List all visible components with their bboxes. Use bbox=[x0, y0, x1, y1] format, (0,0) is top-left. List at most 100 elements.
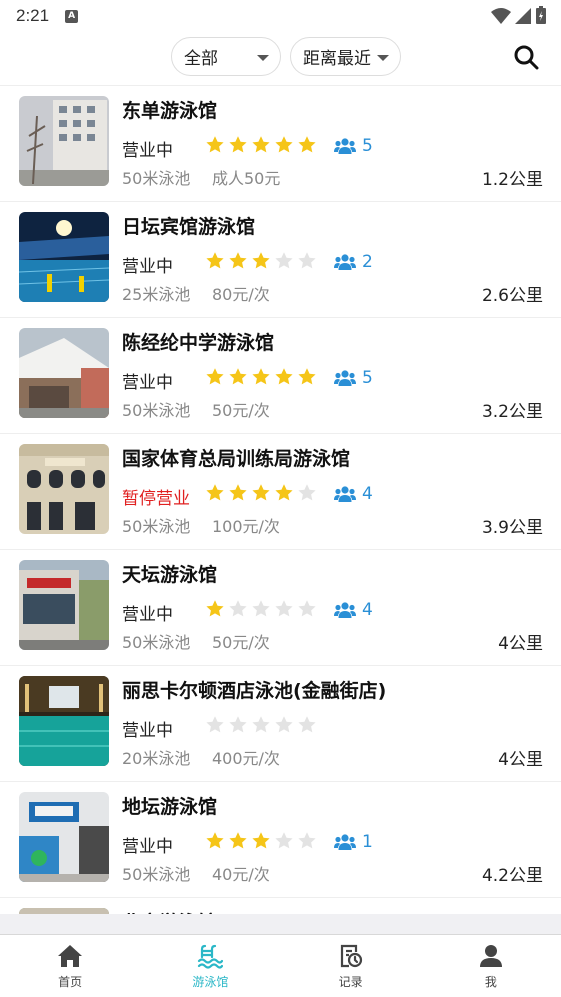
people-icon bbox=[334, 254, 356, 270]
rating-stars bbox=[205, 831, 317, 851]
pool-price: 50元/次 bbox=[212, 633, 270, 652]
star-filled-icon bbox=[206, 252, 224, 269]
star-filled-icon bbox=[252, 368, 270, 385]
star-empty-icon bbox=[298, 832, 316, 849]
star-filled-icon bbox=[252, 252, 270, 269]
people-count: 2 bbox=[334, 252, 373, 272]
people-icon bbox=[334, 370, 356, 386]
pool-price: 80元/次 bbox=[212, 285, 270, 304]
list-item[interactable]: 地坛游泳馆 营业中 1 50米泳池 40元/次 4.2公里 bbox=[0, 782, 561, 898]
pool-name: 陈经纶中学游泳馆 bbox=[122, 332, 275, 354]
signal-icon bbox=[515, 7, 531, 24]
pool-list: 东单游泳馆 营业中 5 50米泳池 成人50元 1.2公里 日坛宾馆游泳馆 营业中 2 25米泳池… bbox=[0, 86, 561, 934]
profile-icon bbox=[479, 945, 502, 967]
clock: 2:21 bbox=[16, 6, 50, 25]
list-item[interactable]: 天坛游泳馆 营业中 4 50米泳池 50元/次 4公里 bbox=[0, 550, 561, 666]
people-count-value: 4 bbox=[362, 484, 373, 504]
open-status: 营业中 bbox=[122, 373, 173, 393]
star-filled-icon bbox=[206, 600, 224, 617]
star-empty-icon bbox=[206, 716, 224, 733]
pool-distance: 4公里 bbox=[498, 750, 543, 770]
pool-length: 25米泳池 bbox=[122, 285, 191, 304]
pool-price: 400元/次 bbox=[212, 749, 280, 768]
star-filled-icon bbox=[252, 832, 270, 849]
pool-length: 50米泳池 bbox=[122, 633, 191, 652]
star-empty-icon bbox=[298, 484, 316, 501]
pool-name: 天坛游泳馆 bbox=[122, 564, 218, 586]
open-status: 营业中 bbox=[122, 837, 173, 857]
pool-name: 丽思卡尔顿酒店泳池(金融街店) bbox=[122, 680, 387, 702]
open-status: 营业中 bbox=[122, 721, 173, 741]
star-filled-icon bbox=[229, 252, 247, 269]
people-count: 1 bbox=[334, 832, 373, 852]
list-item[interactable]: 陈经纶中学游泳馆 营业中 5 50米泳池 50元/次 3.2公里 bbox=[0, 318, 561, 434]
pool-price: 40元/次 bbox=[212, 865, 270, 884]
pool-length: 50米泳池 bbox=[122, 169, 191, 188]
open-status: 营业中 bbox=[122, 141, 173, 161]
people-count-value: 5 bbox=[362, 368, 373, 388]
pool-name: 日坛宾馆游泳馆 bbox=[122, 216, 256, 238]
pool-name: 地坛游泳馆 bbox=[122, 796, 218, 818]
sort-filter-dropdown[interactable]: 距离最近 bbox=[290, 37, 401, 76]
tab-me[interactable]: 我 bbox=[421, 935, 561, 997]
star-filled-icon bbox=[275, 484, 293, 501]
pool-price: 50元/次 bbox=[212, 401, 270, 420]
rating-stars bbox=[205, 483, 317, 503]
star-filled-icon bbox=[229, 832, 247, 849]
notification-a-icon: A bbox=[65, 9, 79, 23]
pool-thumbnail bbox=[19, 328, 109, 418]
star-filled-icon bbox=[229, 368, 247, 385]
wifi-icon bbox=[491, 7, 511, 24]
filter-bar: 全部 距离最近 bbox=[0, 32, 561, 86]
star-empty-icon bbox=[275, 252, 293, 269]
tab-me-label: 我 bbox=[484, 975, 497, 989]
list-item[interactable]: 丽思卡尔顿酒店泳池(金融街店) 营业中 20米泳池 400元/次 4公里 bbox=[0, 666, 561, 782]
pool-distance: 4公里 bbox=[498, 634, 543, 654]
pool-thumbnail bbox=[19, 792, 109, 882]
pool-icon bbox=[198, 944, 224, 969]
pool-price: 成人50元 bbox=[212, 169, 281, 188]
tab-pools[interactable]: 游泳馆 bbox=[140, 935, 280, 997]
people-count-value: 5 bbox=[362, 136, 373, 156]
list-item[interactable]: 东单游泳馆 营业中 5 50米泳池 成人50元 1.2公里 bbox=[0, 86, 561, 202]
record-icon bbox=[340, 944, 362, 968]
star-empty-icon bbox=[229, 716, 247, 733]
star-empty-icon bbox=[298, 600, 316, 617]
open-status: 营业中 bbox=[122, 605, 173, 625]
sort-filter-label: 距离最近 bbox=[303, 49, 371, 69]
people-count-value: 2 bbox=[362, 252, 373, 272]
people-icon bbox=[334, 834, 356, 850]
star-filled-icon bbox=[206, 136, 224, 153]
rating-stars bbox=[205, 251, 317, 271]
list-item[interactable]: 日坛宾馆游泳馆 营业中 2 25米泳池 80元/次 2.6公里 bbox=[0, 202, 561, 318]
star-filled-icon bbox=[252, 484, 270, 501]
pool-thumbnail bbox=[19, 212, 109, 302]
star-filled-icon bbox=[252, 136, 270, 153]
rating-stars bbox=[205, 135, 317, 155]
people-count: 5 bbox=[334, 368, 373, 388]
tab-home[interactable]: 首页 bbox=[0, 935, 140, 997]
star-empty-icon bbox=[252, 600, 270, 617]
star-filled-icon bbox=[298, 136, 316, 153]
star-filled-icon bbox=[229, 136, 247, 153]
pool-distance: 3.9公里 bbox=[481, 518, 543, 538]
star-empty-icon bbox=[275, 716, 293, 733]
list-item[interactable]: 国家体育总局训练局游泳馆 暂停营业 4 50米泳池 100元/次 3.9公里 bbox=[0, 434, 561, 550]
pool-length: 20米泳池 bbox=[122, 749, 191, 768]
star-filled-icon bbox=[206, 832, 224, 849]
tab-records[interactable]: 记录 bbox=[281, 935, 421, 997]
rating-stars bbox=[205, 715, 317, 735]
star-filled-icon bbox=[298, 368, 316, 385]
people-icon bbox=[334, 602, 356, 618]
open-status: 营业中 bbox=[122, 257, 173, 277]
people-icon bbox=[334, 138, 356, 154]
star-empty-icon bbox=[298, 252, 316, 269]
star-filled-icon bbox=[275, 368, 293, 385]
bottom-tab-bar: 首页 游泳馆 记录 我 bbox=[0, 934, 561, 997]
pool-length: 50米泳池 bbox=[122, 865, 191, 884]
open-status: 暂停营业 bbox=[122, 489, 190, 509]
chevron-down-icon bbox=[377, 55, 389, 61]
category-filter-dropdown[interactable]: 全部 bbox=[171, 37, 281, 76]
search-icon[interactable] bbox=[513, 44, 539, 70]
star-filled-icon bbox=[206, 484, 224, 501]
